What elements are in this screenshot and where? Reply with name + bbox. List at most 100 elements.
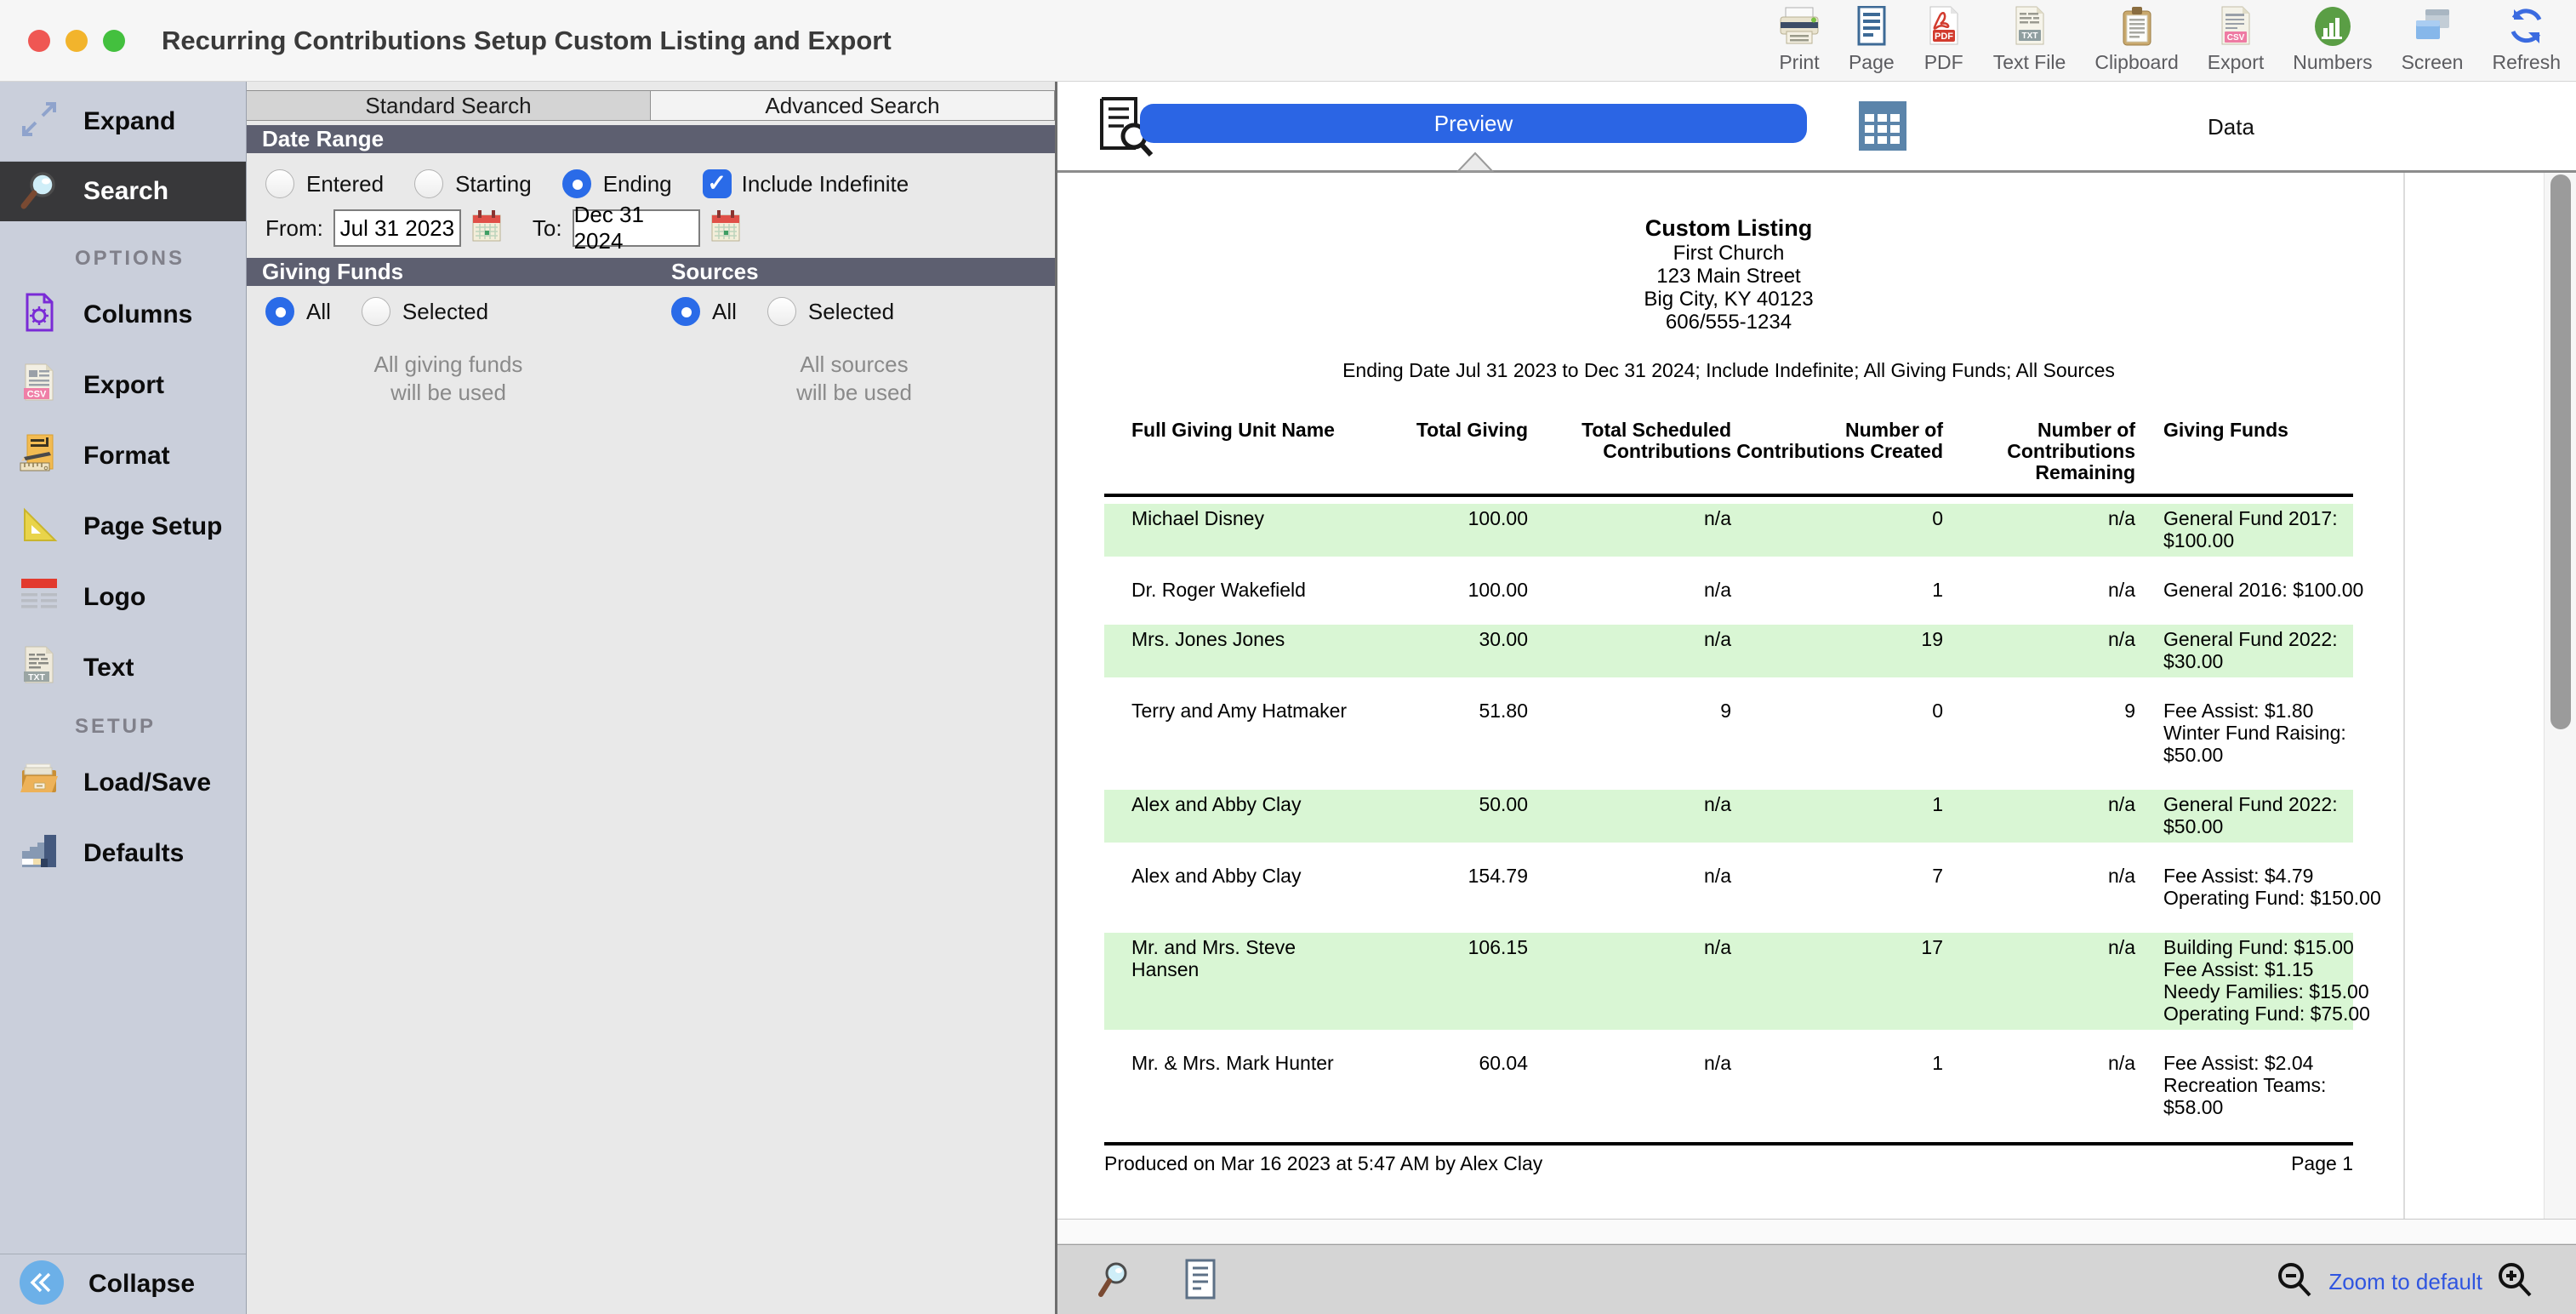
from-calendar-icon[interactable] [471,209,502,249]
giving-funds-selected-radio[interactable] [362,297,390,326]
starting-radio[interactable] [414,169,443,198]
page-button[interactable]: Page [1849,4,1895,74]
tab-standard-search[interactable]: Standard Search [247,90,651,121]
from-label: From: [265,215,323,242]
report-list-icon[interactable] [1183,1259,1217,1304]
screen-button[interactable]: Screen [2402,4,2464,74]
to-date-input[interactable]: Dec 31 2024 [573,209,700,247]
clipboard-button[interactable]: Clipboard [2094,4,2178,74]
zoom-window-button[interactable] [103,30,125,52]
sources-selected-radio[interactable] [767,297,796,326]
sources-all-radio[interactable] [671,297,700,326]
contributions-remaining-cell: n/a [1943,793,2135,837]
page-right-edge [2403,173,2405,1219]
sidebar-item-columns[interactable]: Columns [0,279,246,350]
horizontal-scrollbar-track[interactable] [1057,1219,2576,1244]
from-date-input[interactable]: Jul 31 2023 [333,209,461,247]
to-calendar-icon[interactable] [710,209,741,249]
table-row: Mrs. Jones Jones 30.00 n/a 19 n/a Genera… [1104,625,2353,677]
contributions-remaining-cell: n/a [1943,507,2135,551]
contributions-created-cell: 1 [1731,793,1943,837]
toolbar-label: Refresh [2492,51,2561,74]
giving-funds-selected-label: Selected [402,299,488,325]
contributions-remaining-cell: n/a [1943,865,2135,909]
toolbar-label: Text File [1993,51,2066,74]
sidebar-item-expand[interactable]: Expand [0,82,246,162]
tab-advanced-search[interactable]: Advanced Search [651,90,1055,121]
sidebar-section-options: OPTIONS [0,247,246,272]
report-page: Custom Listing First Church 123 Main Str… [1057,173,2576,1219]
minimize-window-button[interactable] [66,30,88,52]
sidebar-item-export[interactable]: CSV Export [0,350,246,420]
refresh-icon [2505,4,2548,49]
giving-unit-name-cell: Terry and Amy Hatmaker [1104,700,1387,766]
sidebar-item-format[interactable]: Format [0,420,246,491]
zoom-in-icon[interactable] [2496,1260,2535,1304]
include-indefinite-checkbox[interactable] [703,169,732,198]
print-button[interactable]: Print [1779,4,1820,74]
include-indefinite-label: Include Indefinite [742,171,909,197]
giving-unit-name-cell: Dr. Roger Wakefield [1104,579,1387,601]
column-header: Full Giving Unit Name [1104,420,1387,483]
magnifier-icon[interactable] [1096,1260,1131,1304]
sidebar-item-text[interactable]: TXT Text [0,632,246,703]
giving-unit-name-cell: Mrs. Jones Jones [1104,628,1387,672]
close-window-button[interactable] [28,30,50,52]
total-scheduled-cell: n/a [1528,865,1731,909]
vertical-scrollbar-thumb[interactable] [2550,174,2571,729]
toolbar-label: Screen [2402,51,2464,74]
preview-button[interactable]: Preview [1140,104,1807,143]
sidebar-section-setup: SETUP [0,715,246,740]
contributions-created-cell: 1 [1731,1052,1943,1118]
sidebar-item-search[interactable]: Search [0,162,246,221]
sidebar-item-collapse[interactable]: Collapse [0,1254,246,1314]
export-button[interactable]: CSV Export [2208,4,2264,74]
data-tab-label[interactable]: Data [2208,114,2254,140]
sidebar-item-load-save[interactable]: Load/Save [0,747,246,818]
numbers-button[interactable]: Numbers [2293,4,2372,74]
svg-text:CSV: CSV [2227,33,2245,43]
total-scheduled-cell: n/a [1528,1052,1731,1118]
contributions-created-cell: 0 [1731,507,1943,551]
giving-funds-cell: Building Fund: $15.00Fee Assist: $1.15Ne… [2135,936,2353,1025]
contributions-remaining-cell: n/a [1943,579,2135,601]
contributions-created-cell: 1 [1731,579,1943,601]
pdf-button[interactable]: PDF PDF [1923,4,1964,74]
sidebar-item-defaults[interactable]: Defaults [0,818,246,888]
total-giving-cell: 154.79 [1387,865,1528,909]
table-row: Dr. Roger Wakefield 100.00 n/a 1 n/a Gen… [1104,575,2353,606]
sidebar-item-label: Search [83,177,168,206]
table-row: Mr. and Mrs. SteveHansen 106.15 n/a 17 n… [1104,933,2353,1030]
giving-funds-all-radio[interactable] [265,297,294,326]
sidebar-item-label: Collapse [88,1270,195,1299]
screen-windows-icon [2412,4,2453,49]
sidebar-item-label: Defaults [83,839,184,868]
total-giving-cell: 60.04 [1387,1052,1528,1118]
ending-radio[interactable] [562,169,591,198]
date-range-header: Date Range [247,125,1055,153]
giving-funds-cell: General Fund 2022:$50.00 [2135,793,2353,837]
search-tabs: Standard Search Advanced Search [247,90,1055,121]
sidebar-item-logo[interactable]: Logo [0,562,246,632]
data-grid-icon[interactable] [1858,100,1907,156]
funds-sources-header: Giving Funds Sources [247,258,1055,286]
zoom-out-icon[interactable] [2276,1260,2315,1304]
entered-radio[interactable] [265,169,294,198]
text-file-button[interactable]: TXT Text File [1993,4,2066,74]
total-giving-cell: 106.15 [1387,936,1528,1025]
sidebar-item-page-setup[interactable]: Page Setup [0,491,246,562]
giving-unit-name-cell: Alex and Abby Clay [1104,793,1387,837]
refresh-button[interactable]: Refresh [2492,4,2561,74]
contributions-created-cell: 19 [1731,628,1943,672]
column-header: Total Scheduled Contributions [1528,420,1731,483]
total-scheduled-cell: n/a [1528,507,1731,551]
sidebar-item-label: Expand [83,107,175,136]
contributions-remaining-cell: 9 [1943,700,2135,766]
svg-text:TXT: TXT [28,672,45,683]
giving-funds-cell: General Fund 2017:$100.00 [2135,507,2353,551]
date-range-radio-row: Entered Starting Ending Include Indefini… [265,167,927,201]
report-org-name: First Church [1104,242,2353,265]
zoom-to-default-link[interactable]: Zoom to default [2328,1269,2482,1295]
giving-funds-radio-row: All Selected [265,294,507,328]
vertical-scrollbar[interactable] [2544,173,2576,1219]
